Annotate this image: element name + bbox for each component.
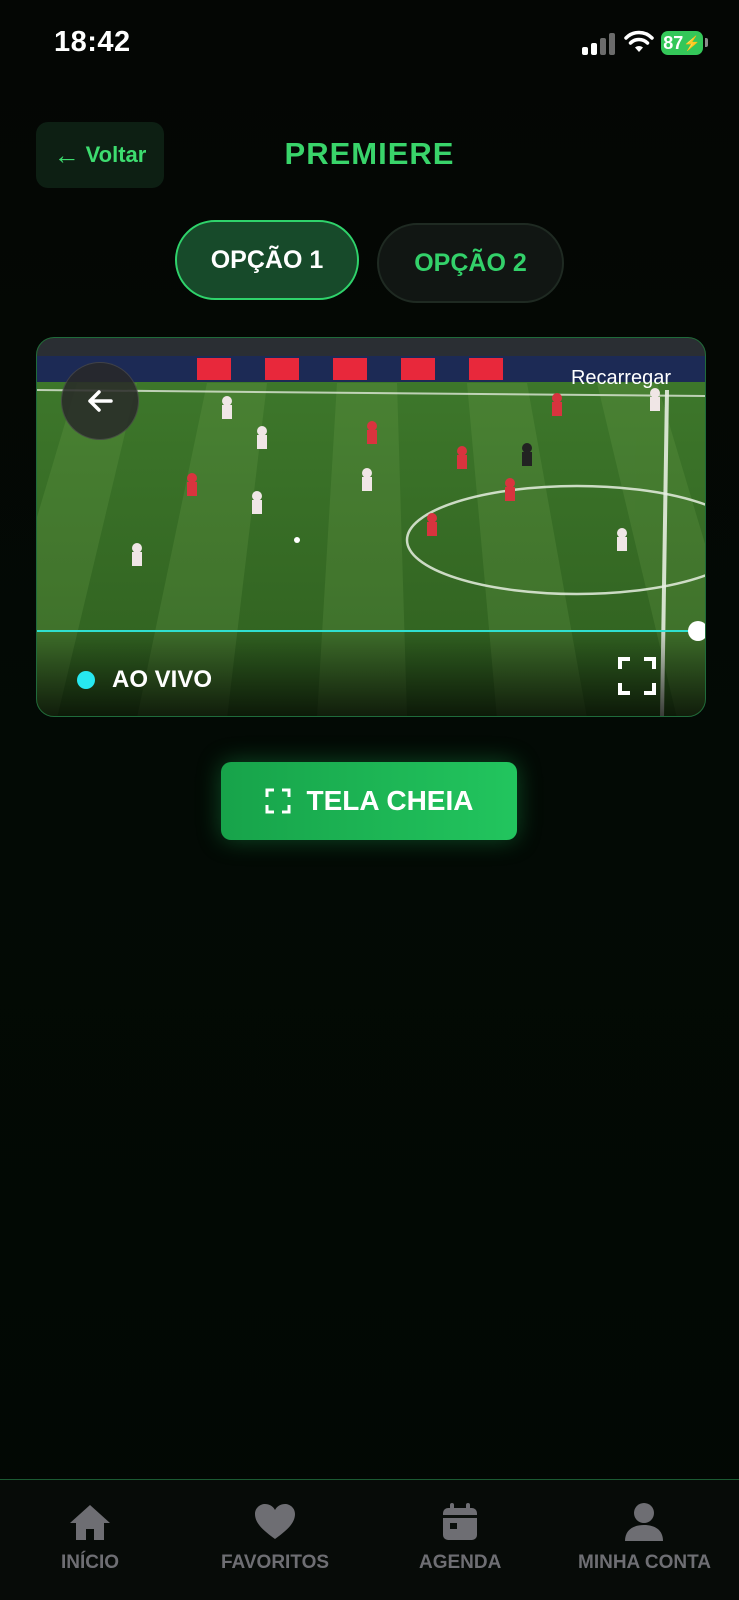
progress-knob[interactable] xyxy=(688,621,705,641)
nav-item-label: MINHA CONTA xyxy=(578,1552,711,1573)
home-icon xyxy=(70,1505,111,1540)
tab-option-1[interactable]: OPÇÃO 1 xyxy=(175,220,359,300)
user-icon xyxy=(625,1503,664,1541)
battery-level: 87 xyxy=(663,32,684,53)
nav-item-minha-conta[interactable]: MINHA CONTA xyxy=(578,1500,711,1574)
player-back-button[interactable] xyxy=(61,362,139,440)
nav-item-label: INÍCIO xyxy=(61,1552,120,1573)
status-bar: 18:42 87 ⚡ xyxy=(0,0,739,90)
tab-option-2[interactable]: OPÇÃO 2 xyxy=(377,223,564,303)
cellular-signal-icon xyxy=(582,33,616,55)
bottom-nav: INÍCIO FAVORITOS AGENDA MINHA CONTA xyxy=(0,1479,739,1600)
page-title: PREMIERE xyxy=(284,136,455,171)
status-time: 18:42 xyxy=(54,26,131,58)
nav-item-label: AGENDA xyxy=(419,1552,502,1573)
battery-cap xyxy=(705,38,708,47)
nav-item-label: FAVORITOS xyxy=(221,1552,330,1573)
fullscreen-icon xyxy=(265,788,291,814)
fullscreen-icon[interactable] xyxy=(617,656,657,696)
battery-charging-icon: 87 ⚡ xyxy=(661,31,703,55)
nav-item-agenda[interactable]: AGENDA xyxy=(419,1500,501,1574)
progress-bar[interactable] xyxy=(37,630,705,632)
nav-item-favoritos[interactable]: FAVORITOS xyxy=(221,1500,329,1574)
live-label: AO VIVO xyxy=(112,666,213,693)
arrow-left-icon xyxy=(88,390,113,412)
wifi-icon xyxy=(624,30,654,52)
reload-button[interactable]: Recarregar xyxy=(571,367,671,390)
fullscreen-button[interactable]: TELA CHEIA xyxy=(221,762,517,840)
video-player[interactable]: Recarregar AO VIVO xyxy=(36,337,706,717)
calendar-icon xyxy=(443,1503,478,1540)
fullscreen-button-label: TELA CHEIA xyxy=(306,785,474,816)
live-indicator-dot xyxy=(77,671,95,689)
heart-icon xyxy=(255,1504,296,1539)
nav-item-inicio[interactable]: INÍCIO xyxy=(61,1500,119,1574)
